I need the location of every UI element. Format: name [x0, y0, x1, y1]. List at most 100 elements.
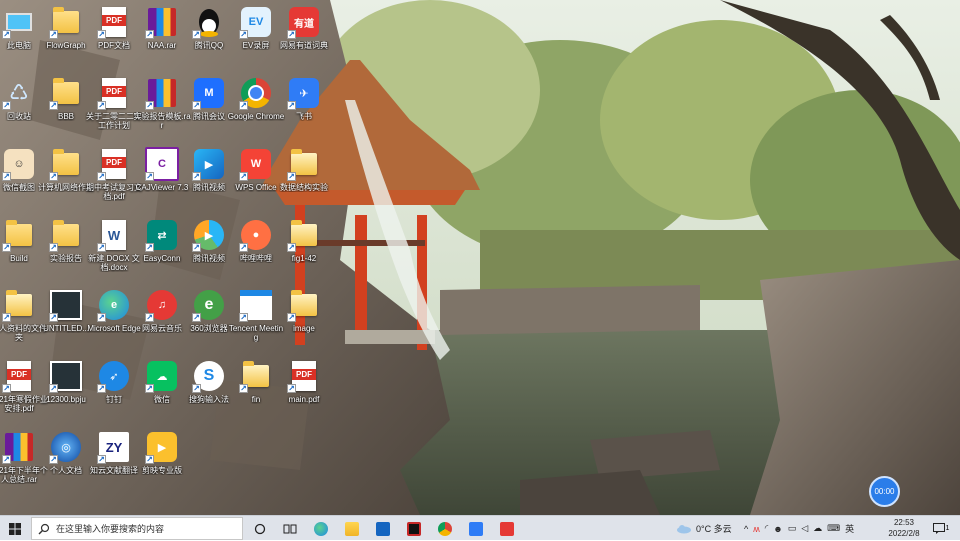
desktop-icon-avatar[interactable]: ☺ ↗ 微信截图: [0, 144, 43, 214]
desktop-icon-rar[interactable]: ↗ NAA.rar: [138, 2, 186, 72]
shortcut-arrow-icon: ↗: [49, 101, 58, 110]
avatar-icon: ☺ ↗: [2, 147, 36, 181]
shortcut-arrow-icon: ↗: [192, 30, 201, 39]
shortcut-arrow-icon: ↗: [192, 172, 201, 181]
folder-icon: ↗: [49, 218, 83, 252]
start-button[interactable]: [0, 516, 30, 541]
desktop-icon-video[interactable]: ▶ ↗ 剪映专业版: [138, 427, 186, 497]
desktop-icon-pdf[interactable]: PDF↗2021年寒假作业安排.pdf: [0, 356, 48, 426]
desktop-icon-rar[interactable]: ↗2021年下半年个人总结.rar: [0, 427, 48, 497]
desktop-icon-pdf[interactable]: PDF ↗ 期中考试复习文档.pdf: [86, 144, 142, 214]
show-hidden-icons-chevron-icon[interactable]: ^: [744, 524, 748, 534]
desktop-icon-ie360[interactable]: e ↗ 360浏览器: [185, 285, 233, 355]
desktop-icon-ev[interactable]: EV ↗ EV录屏: [232, 2, 280, 72]
shortcut-arrow-icon: ↗: [145, 30, 154, 39]
volume-icon[interactable]: ◁: [801, 523, 808, 534]
edge-icon: e ↗: [97, 288, 131, 322]
search-placeholder: 在这里输入你要搜索的内容: [56, 524, 165, 534]
taskbar: 在这里输入你要搜索的内容 0°C 多云 ^ ʍ ◜ ☻ ▭ ◁ ☁ ⌨ 英 22…: [0, 515, 960, 540]
shortcut-arrow-icon: ↗: [2, 384, 11, 393]
taskbar-search-box[interactable]: 在这里输入你要搜索的内容: [31, 517, 243, 540]
desktop-icon-easyconn[interactable]: ⇄ ↗ EasyConn: [138, 215, 186, 285]
desktop-icon-folder[interactable]: ↗ FlowGraph: [42, 2, 90, 72]
desktop-icon-youdao[interactable]: 有道 ↗ 网易有道词典: [280, 2, 328, 72]
desktop-icon-recycle[interactable]: ♺ ↗ 回收站: [0, 73, 43, 143]
shortcut-arrow-icon: ↗: [192, 384, 201, 393]
desktop-icon-sogou[interactable]: S ↗ 搜狗输入法: [185, 356, 233, 426]
desktop[interactable]: ↗ 此电脑 ↗ FlowGraph PDF ↗ PDF文档 ↗ NAA.rar ↗ 腾讯QQ EV ↗ E…: [0, 0, 960, 515]
shortcut-arrow-icon: ↗: [97, 172, 106, 181]
desktop-icon-screenshot[interactable]: ↗ Tencent Meeting: [229, 285, 283, 355]
netglobe-icon: ◎ ↗: [49, 430, 83, 464]
desktop-icon-wps[interactable]: W ↗ WPS Office: [232, 144, 280, 214]
folder2-icon: ↗: [287, 288, 321, 322]
wps-tray-icon[interactable]: ʍ: [753, 524, 760, 534]
desktop-icon-dingtalk[interactable]: ➶ ↗ 钉钉: [90, 356, 138, 426]
desktop-icon-bird[interactable]: ● ↗ 哔哩哔哩: [232, 215, 280, 285]
desktop-icon-folder[interactable]: ↗ BBB: [42, 73, 90, 143]
shortcut-arrow-icon: ↗: [97, 30, 106, 39]
floating-timer[interactable]: 00:00: [869, 476, 900, 507]
chrome-icon: [438, 521, 452, 536]
desktop-icon-wechat[interactable]: ☁ ↗ 微信: [138, 356, 186, 426]
desktop-icon-folder2[interactable]: ↗个人资料的文件夹: [0, 285, 47, 355]
desktop-icon-edge[interactable]: e ↗ Microsoft Edge: [87, 285, 141, 355]
desktop-icon-pdf[interactable]: PDF ↗ 关于二零二二年工作计划: [86, 73, 142, 143]
taskbar-edge[interactable]: [308, 516, 334, 541]
desktop-icon-label: main.pdf: [288, 395, 320, 404]
desktop-icon-folder[interactable]: ↗ 计算机网络作业: [38, 144, 94, 214]
cortana-button[interactable]: [247, 516, 273, 541]
desktop-icon-folder2[interactable]: ↗ fig1-42: [280, 215, 328, 285]
qq-tray-icon[interactable]: ☻: [773, 524, 782, 534]
folder2-icon: ↗: [2, 288, 36, 322]
desktop-icon-doc[interactable]: W ↗ 新建 DOCX 文档.docx: [88, 215, 140, 285]
weather-widget[interactable]: 0°C 多云: [676, 516, 732, 541]
desktop-icon-pc[interactable]: ↗ 此电脑: [0, 2, 43, 72]
taskbar-file-explorer[interactable]: [339, 516, 365, 541]
shortcut-arrow-icon: ↗: [287, 313, 296, 322]
taskbar-store[interactable]: [370, 516, 396, 541]
taskbar-feishu[interactable]: [463, 516, 489, 541]
desktop-icon-folder[interactable]: ↗ Build: [0, 215, 43, 285]
easyconn-icon: ⇄ ↗: [145, 218, 179, 252]
desktop-icon-zy[interactable]: ZY ↗ 知云文献翻译: [90, 427, 138, 497]
taskbar-app-red[interactable]: [401, 516, 427, 541]
desktop-icon-folder2[interactable]: ↗ fin: [232, 356, 280, 426]
desktop-icon-folder2[interactable]: ↗ image: [280, 285, 328, 355]
desktop-icon-netglobe[interactable]: ◎ ↗ 个人文档: [42, 427, 90, 497]
wifi-icon[interactable]: ◜: [765, 523, 769, 534]
notification-center-button[interactable]: 1: [928, 516, 954, 541]
shortcut-arrow-icon: ↗: [192, 243, 201, 252]
desktop-icon-pdf[interactable]: PDF ↗ PDF文档: [90, 2, 138, 72]
onedrive-icon[interactable]: ☁: [813, 523, 822, 534]
desktop-icon-caj[interactable]: C ↗ CAJViewer 7.3: [136, 144, 188, 214]
desktop-icon-tvideo[interactable]: ▶ ↗ 腾讯视频: [185, 144, 233, 214]
taskbar-chrome[interactable]: [432, 516, 458, 541]
bird-icon: ● ↗: [239, 218, 273, 252]
desktop-icon-imgfile[interactable]: ↗ 12300.bpju: [42, 356, 90, 426]
shortcut-arrow-icon: ↗: [145, 172, 154, 181]
desktop-icon-imgfile[interactable]: ↗ UNTITLED...: [42, 285, 90, 355]
desktop-icon-netease[interactable]: ♫ ↗ 网易云音乐: [138, 285, 186, 355]
desktop-icon-meeting[interactable]: M ↗ 腾讯会议: [185, 73, 233, 143]
desktop-icon-rar[interactable]: ↗ 实验报告模板.rar: [133, 73, 191, 143]
clock-time: 22:53: [893, 518, 915, 527]
task-view-button[interactable]: [277, 516, 303, 541]
shortcut-arrow-icon: ↗: [192, 101, 201, 110]
desktop-icon-qq[interactable]: ↗ 腾讯QQ: [185, 2, 233, 72]
desktop-icon-feishu[interactable]: ✈ ↗ 飞书: [280, 73, 328, 143]
input-method-icon[interactable]: ⌨: [827, 523, 840, 534]
pdf-icon: PDF ↗: [97, 5, 131, 39]
desktop-icon-folder[interactable]: ↗ 实验报告: [42, 215, 90, 285]
language-indicator[interactable]: 英: [845, 522, 854, 535]
desktop-icon-pdf[interactable]: PDF ↗ main.pdf: [280, 356, 328, 426]
folder-icon: ↗: [49, 147, 83, 181]
desktop-icon-folder2[interactable]: ↗ 数据结构实验: [280, 144, 328, 214]
taskbar-wps[interactable]: [494, 516, 520, 541]
taskbar-clock[interactable]: 22:53 2022/2/8: [884, 517, 924, 540]
folder2-icon: ↗: [239, 359, 273, 393]
battery-icon[interactable]: ▭: [788, 523, 797, 534]
video-icon: ▶ ↗: [145, 430, 179, 464]
desktop-icon-chrome[interactable]: ↗ Google Chrome: [228, 73, 284, 143]
desktop-icon-tvideo2[interactable]: ▶ ↗ 腾讯视频: [185, 215, 233, 285]
